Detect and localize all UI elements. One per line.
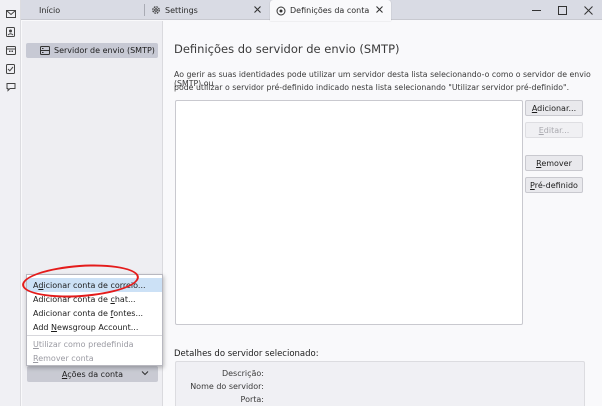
chevron-down-icon (141, 369, 149, 379)
main-panel: Definições do servidor de envio (SMTP) A… (163, 21, 602, 406)
calendar-icon[interactable] (4, 43, 17, 56)
close-icon[interactable] (575, 0, 601, 20)
tab-label: Settings (165, 5, 198, 15)
sidebar-item-outgoing-server[interactable]: Servidor de envio (SMTP) (26, 43, 158, 58)
set-default-button[interactable]: Pré-definido (525, 177, 583, 193)
detail-label-description: Descrição: (221, 369, 264, 378)
close-icon[interactable] (252, 4, 263, 15)
close-icon[interactable] (374, 4, 385, 15)
gear-icon (151, 5, 161, 15)
detail-label-port: Porta: (240, 395, 264, 404)
menu-item-add-newsgroup-account[interactable]: Add Newsgroup Account... (27, 320, 162, 334)
tab-account-settings[interactable]: Definições da conta (270, 0, 391, 21)
tab-label: Definições da conta (290, 6, 370, 15)
description-line: pode utilizar o servidor pré-definido in… (174, 83, 570, 92)
menu-item-set-default[interactable]: Utilizar como predefinida (27, 337, 162, 351)
add-server-button[interactable]: Adicionar... (525, 100, 583, 116)
spaces-toolbar (0, 0, 21, 406)
tab-inicio[interactable]: Início (21, 0, 145, 20)
mail-icon[interactable] (4, 7, 17, 20)
address-book-icon[interactable] (4, 25, 17, 38)
menu-item-add-feed-account[interactable]: Adicionar conta de fontes... (27, 306, 162, 320)
server-icon (40, 46, 50, 55)
sidebar-item-label: Servidor de envio (SMTP) (54, 46, 155, 55)
minimize-icon[interactable] (523, 0, 549, 20)
details-title: Detalhes do servidor selecionado: (174, 349, 319, 359)
remove-server-button[interactable]: Remover (525, 155, 583, 171)
menu-item-remove-account[interactable]: Remover conta (27, 351, 162, 365)
chat-icon[interactable] (4, 80, 17, 93)
tasks-icon[interactable] (4, 62, 17, 75)
button-label: Ações da conta (61, 369, 124, 379)
detail-label-server-name: Nome do servidor: (190, 382, 264, 391)
page-title: Definições do servidor de envio (SMTP) (174, 42, 400, 56)
tab-settings[interactable]: Settings (145, 0, 269, 20)
account-actions-button[interactable]: Ações da conta (27, 366, 158, 382)
maximize-icon[interactable] (549, 0, 575, 20)
account-settings-icon (276, 6, 286, 16)
edit-server-button[interactable]: Editar... (525, 122, 583, 138)
tab-bar: Início Settings Definições da conta (21, 0, 602, 21)
server-details-box: Descrição: Nome do servidor: Porta: (175, 361, 585, 406)
tab-label: Início (39, 5, 61, 15)
smtp-server-list[interactable] (175, 100, 523, 325)
menu-separator (27, 335, 162, 336)
